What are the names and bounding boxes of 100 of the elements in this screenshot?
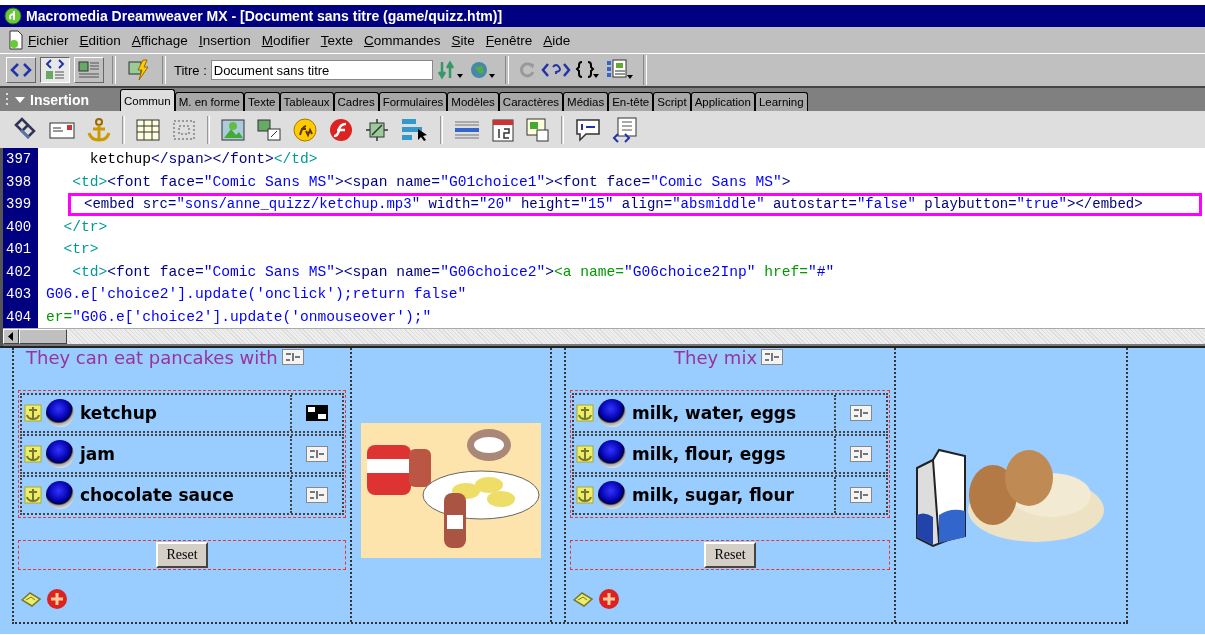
reset-button[interactable]: Reset: [156, 542, 208, 568]
anchor-icon[interactable]: [86, 116, 112, 143]
menu-item[interactable]: Fichier: [24, 30, 73, 50]
tag-chooser-icon[interactable]: [612, 115, 638, 144]
code-line: </tr>: [62, 217, 108, 237]
plus-circle-icon[interactable]: [46, 588, 68, 610]
collapse-triangle-icon[interactable]: [15, 95, 25, 104]
split-view-button[interactable]: [40, 57, 70, 83]
panel-tab[interactable]: Texte: [244, 92, 280, 111]
anchor-marker-icon[interactable]: [24, 445, 42, 463]
document-icon: [8, 30, 24, 50]
menu-item[interactable]: Modifier: [257, 30, 314, 50]
code-line: <tr>: [62, 240, 99, 260]
form-marker-icon[interactable]: [572, 590, 594, 608]
calendar-icon[interactable]: [491, 116, 515, 143]
line-number: 402: [3, 260, 38, 283]
menu-item[interactable]: Edition: [75, 30, 125, 50]
window-title: Macromedia Dreamweaver MX - [Document sans titre (game/quizz.htm)]: [26, 8, 503, 24]
panel-tab[interactable]: M. en forme: [174, 92, 244, 111]
radio-button[interactable]: [46, 440, 74, 468]
code-line: G06.e['choice2'].update('onclick');return false": [45, 285, 467, 305]
file-transfer-icon[interactable]: [436, 60, 465, 80]
comment-icon[interactable]: [574, 116, 602, 143]
anchor-marker-icon[interactable]: [576, 404, 594, 422]
answer-label: milk, water, eggs: [631, 403, 798, 423]
answer-label: milk, flour, eggs: [631, 444, 787, 464]
line-number: 401: [3, 238, 38, 261]
panel-tab[interactable]: Application: [690, 92, 755, 111]
panel-tab[interactable]: Tableaux: [279, 92, 334, 111]
panel-tab[interactable]: Caractères: [498, 92, 564, 111]
anchor-marker-icon[interactable]: [576, 486, 594, 504]
script-marker-icon[interactable]: [761, 349, 784, 365]
panel-tab[interactable]: Script: [653, 92, 691, 111]
answer-label: milk, sugar, flour: [631, 485, 795, 505]
menu-item[interactable]: Site: [447, 30, 479, 50]
menu-item[interactable]: Aide: [539, 30, 575, 50]
code-line: <embed src="sons/anne_quizz/ketchup.mp3" width="20" height="15" align="absmiddle" autostart="false" playbutton="true"></embed>: [68, 193, 1202, 216]
menu-item[interactable]: Fenêtre: [481, 30, 537, 50]
code-line: er="G06.e['choice2'].update('onmouseover');": [45, 307, 432, 327]
script-marker-icon[interactable]: [850, 405, 872, 421]
form-marker-icon[interactable]: [20, 590, 42, 608]
plus-circle-icon[interactable]: [598, 588, 620, 610]
radio-button[interactable]: [598, 399, 626, 427]
anchor-marker-icon[interactable]: [24, 404, 42, 422]
script-marker-icon[interactable]: [306, 405, 328, 421]
code-line: <td><font face="Comic Sans MS"><span name="G01choice1"><font face="Comic Sans MS">: [71, 172, 791, 192]
image-placeholder-icon[interactable]: [364, 116, 390, 143]
fireworks-icon[interactable]: [292, 116, 318, 143]
menu-item[interactable]: Affichage: [127, 30, 192, 50]
dotted-frame-icon[interactable]: [171, 117, 197, 142]
radio-button[interactable]: [46, 399, 74, 427]
scrollbar-thumb[interactable]: [19, 329, 67, 344]
braces-icon[interactable]: [574, 60, 601, 80]
anchor-marker-icon[interactable]: [24, 486, 42, 504]
app-logo-icon: [4, 7, 22, 25]
design-view-button[interactable]: [74, 57, 104, 83]
globe-icon[interactable]: [468, 60, 497, 80]
view-options-icon[interactable]: [604, 59, 635, 81]
script-marker-icon[interactable]: [850, 487, 872, 503]
panel-title: Insertion: [30, 91, 90, 108]
panel-tab[interactable]: Commun: [120, 89, 175, 111]
code-line: <td><font face="Comic Sans MS"><span name="G06choice2"><a name="G06choice2Inp" href="#": [71, 262, 835, 282]
menu-item[interactable]: Texte: [316, 30, 357, 50]
panel-tab[interactable]: Learning: [754, 92, 808, 111]
title-label: Titre :: [174, 62, 207, 78]
panel-tab[interactable]: Modèles: [447, 92, 499, 111]
rollover-image-icon[interactable]: [256, 117, 282, 142]
script-marker-icon[interactable]: [306, 487, 328, 503]
answer-label: jam: [78, 444, 116, 464]
radio-button[interactable]: [598, 440, 626, 468]
table-icon[interactable]: [135, 117, 161, 142]
line-number: 397: [3, 148, 38, 171]
line-number: 400: [3, 215, 38, 238]
menu-item[interactable]: Insertion: [194, 30, 255, 50]
panel-tab[interactable]: Cadres: [333, 92, 379, 111]
menu-item[interactable]: Commandes: [360, 30, 445, 50]
script-marker-icon[interactable]: [281, 349, 304, 365]
radio-button[interactable]: [46, 481, 74, 509]
scroll-left-button[interactable]: [3, 329, 19, 344]
anchor-marker-icon[interactable]: [576, 445, 594, 463]
script-marker-icon[interactable]: [850, 446, 872, 462]
panel-tab[interactable]: Formulaires: [378, 92, 448, 111]
flash-icon[interactable]: [328, 116, 354, 143]
reset-button[interactable]: Reset: [704, 542, 756, 568]
script-marker-icon[interactable]: [306, 446, 328, 462]
title-field[interactable]: Document sans titre: [210, 60, 433, 80]
line-number: 404: [3, 305, 38, 328]
panel-tab[interactable]: En-tête: [608, 92, 654, 111]
line-number: 398: [3, 170, 38, 193]
question-text: They can eat pancakes with: [26, 348, 278, 368]
left-arrow-icon: [7, 332, 15, 341]
horizontal-scrollbar[interactable]: [3, 328, 1205, 346]
code-navigation-icon[interactable]: [540, 61, 571, 79]
radio-button[interactable]: [598, 481, 626, 509]
question-text: They mix: [674, 348, 758, 368]
image-icon[interactable]: [220, 117, 246, 142]
code-view-button[interactable]: [6, 57, 36, 83]
panel-tab[interactable]: Médias: [563, 92, 609, 111]
line-number: 403: [3, 283, 38, 306]
server-tag-icon[interactable]: [525, 116, 551, 143]
